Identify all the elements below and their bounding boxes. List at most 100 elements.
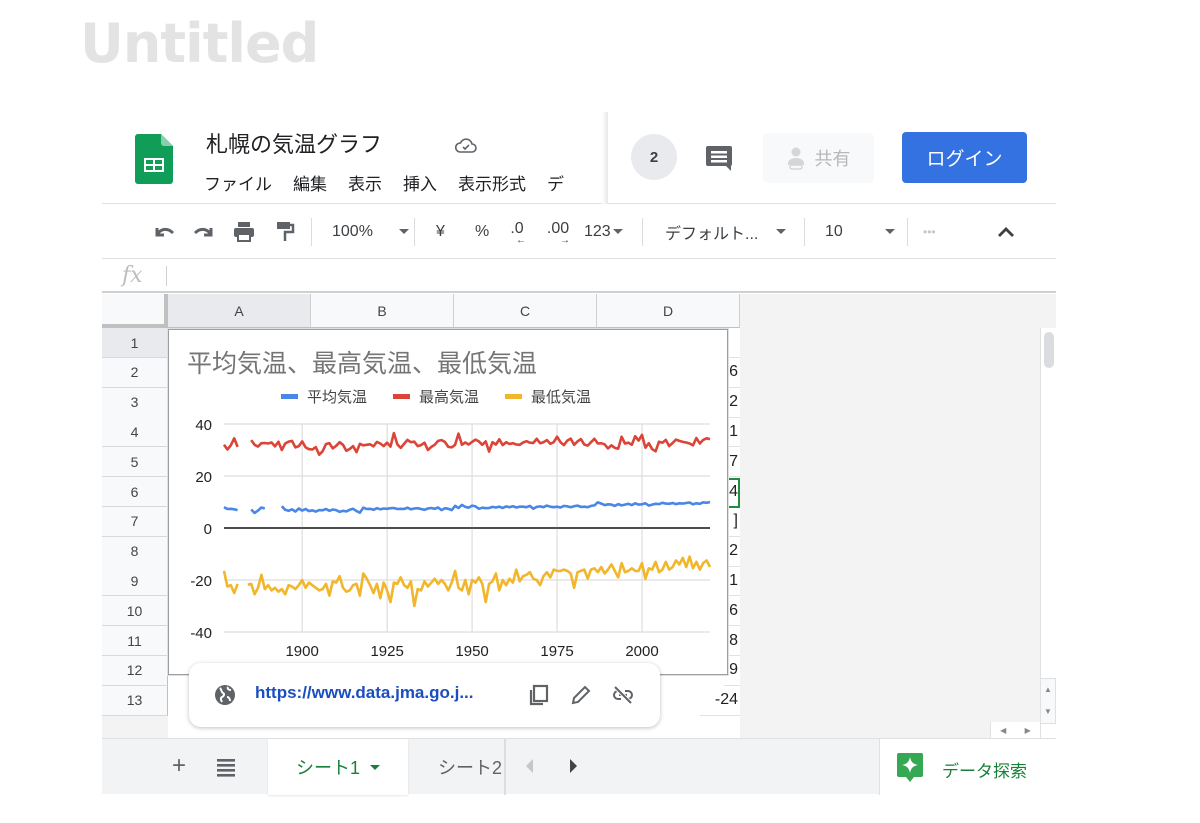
explore-sparkle-icon xyxy=(897,753,923,782)
chevron-down-icon xyxy=(776,229,787,234)
series-line-min xyxy=(222,555,712,608)
x-tick-label: 1975 xyxy=(540,643,573,660)
column-header-a[interactable]: A xyxy=(168,294,311,328)
line-chart[interactable]: 平均気温、最高気温、最低気温 平均気温 最高気温 最低気温 40 20 0 -20 -4… xyxy=(168,329,728,675)
row-header-7[interactable]: 7 xyxy=(102,506,168,537)
scroll-tabs-right-icon[interactable] xyxy=(570,759,577,773)
zoom-select[interactable]: 100% xyxy=(332,204,409,259)
menu-data[interactable]: デ xyxy=(547,170,564,195)
person-link-icon xyxy=(787,147,804,170)
chevron-down-icon[interactable] xyxy=(370,764,380,770)
scroll-tabs-left-icon[interactable] xyxy=(526,759,533,773)
cell-d13[interactable]: -24 xyxy=(700,686,740,716)
select-all-corner[interactable] xyxy=(102,294,168,328)
link-url[interactable]: https://www.data.jma.go.j... xyxy=(255,683,474,703)
menu-view[interactable]: 表示 xyxy=(348,170,382,195)
undo-icon[interactable] xyxy=(152,204,176,259)
print-icon[interactable] xyxy=(232,204,256,259)
y-tick-label: 40 xyxy=(195,417,212,434)
column-header-d[interactable]: D xyxy=(597,294,740,328)
row-header-10[interactable]: 10 xyxy=(102,596,168,627)
currency-format-button[interactable]: ¥ xyxy=(436,204,445,259)
row-header-2[interactable]: 2 xyxy=(102,357,168,388)
x-tick-label: 2000 xyxy=(625,643,658,660)
chevron-down-icon xyxy=(612,229,623,234)
cloud-saved-icon[interactable] xyxy=(454,136,478,154)
sheet-tab-2[interactable]: シート2 xyxy=(428,739,502,795)
arrow-right-icon: → xyxy=(560,234,570,246)
add-sheet-button[interactable]: + xyxy=(172,752,186,780)
edit-link-icon[interactable] xyxy=(569,683,593,707)
menu-format[interactable]: 表示形式 xyxy=(458,170,526,195)
number-format-label: 123 xyxy=(584,222,611,240)
comment-icon[interactable] xyxy=(705,144,733,172)
remove-link-icon[interactable] xyxy=(611,683,635,707)
column-header-b[interactable]: B xyxy=(311,294,454,328)
copy-link-icon[interactable] xyxy=(527,683,551,707)
formula-divider xyxy=(166,266,167,286)
chevron-down-icon xyxy=(398,229,409,234)
menu-file[interactable]: ファイル xyxy=(204,170,272,195)
series-line-avg xyxy=(223,500,711,515)
row-header-3[interactable]: 3 xyxy=(102,387,168,418)
row-header-5[interactable]: 5 xyxy=(102,447,168,478)
row-header-8[interactable]: 8 xyxy=(102,536,168,567)
header-divider xyxy=(602,112,608,204)
redo-icon[interactable] xyxy=(192,204,216,259)
menu-insert[interactable]: 挿入 xyxy=(403,170,437,195)
y-tick-label: -20 xyxy=(190,573,212,590)
document-title[interactable]: 札幌の気温グラフ xyxy=(206,127,382,159)
formula-input[interactable] xyxy=(176,266,1036,288)
series-line-max xyxy=(222,431,711,456)
row-header-11[interactable]: 11 xyxy=(102,626,168,656)
y-tick-label: -40 xyxy=(190,625,212,642)
y-tick-label: 0 xyxy=(204,521,212,538)
toolbar-separator xyxy=(642,218,643,246)
all-sheets-icon[interactable] xyxy=(216,755,236,777)
chevron-down-icon xyxy=(884,229,895,234)
menu-edit[interactable]: 編集 xyxy=(293,170,327,195)
login-button[interactable]: ログイン xyxy=(902,132,1027,183)
sheets-logo-icon[interactable] xyxy=(135,134,173,184)
link-preview-popup: https://www.data.jma.go.j... xyxy=(189,663,660,727)
toolbar-separator xyxy=(804,218,805,246)
globe-icon xyxy=(215,685,235,705)
scroll-up-down-buttons[interactable]: ▲ ▼ xyxy=(1040,678,1056,724)
row-header-9[interactable]: 9 xyxy=(102,566,168,597)
formula-bar: fx xyxy=(102,260,1056,293)
scroll-left-right-buttons[interactable]: ◀ ▶ xyxy=(990,722,1040,738)
chart-plot-area: 40 20 0 -20 -40 1900 1925 1950 1975 2000 xyxy=(190,417,712,660)
percent-format-button[interactable]: % xyxy=(475,204,489,259)
font-size-select[interactable]: 10 xyxy=(825,204,895,259)
paint-format-icon[interactable] xyxy=(274,204,296,259)
row-header-6[interactable]: 6 xyxy=(102,477,168,507)
collapse-toolbar-icon[interactable] xyxy=(995,204,1017,259)
row-header-4[interactable]: 4 xyxy=(102,417,168,448)
column-header-c[interactable]: C xyxy=(454,294,597,328)
vertical-scrollbar[interactable] xyxy=(1040,328,1056,738)
zoom-value: 100% xyxy=(332,222,373,240)
row-header-12[interactable]: 12 xyxy=(102,655,168,686)
toolbar-separator xyxy=(907,218,908,246)
decrease-decimal-button[interactable]: .0 ← xyxy=(508,204,526,259)
header: 札幌の気温グラフ ファイル 編集 表示 挿入 表示形式 デ 2 共有 ログイン xyxy=(102,112,1056,204)
row-header-13[interactable]: 13 xyxy=(102,685,168,716)
toolbar-separator xyxy=(311,218,312,246)
font-family-select[interactable]: デフォルト... xyxy=(665,204,787,259)
font-size-value: 10 xyxy=(825,222,843,240)
increase-decimal-button[interactable]: .00 → xyxy=(546,204,570,259)
arrow-left-icon: ← xyxy=(516,234,526,246)
sheet-tab-1[interactable]: シート1 xyxy=(268,739,408,795)
sheet-tab-bar: + シート1 シート2 データ探索 xyxy=(102,738,1056,795)
page-watermark-title: Untitled xyxy=(80,12,319,75)
tab-divider xyxy=(504,739,506,795)
share-button[interactable]: 共有 xyxy=(763,133,874,183)
more-options-button[interactable]: ••• xyxy=(923,204,936,259)
viewer-count-avatar[interactable]: 2 xyxy=(631,134,677,180)
row-header-1[interactable]: 1 xyxy=(102,328,168,358)
toolbar: 100% ¥ % .0 ← .00 → 123 デフォルト... 10 ••• xyxy=(102,204,1056,259)
fx-label: fx xyxy=(122,263,143,288)
explore-button[interactable]: データ探索 xyxy=(879,739,1056,795)
scrollbar-thumb[interactable] xyxy=(1044,332,1054,368)
number-format-select[interactable]: 123 xyxy=(584,204,623,259)
